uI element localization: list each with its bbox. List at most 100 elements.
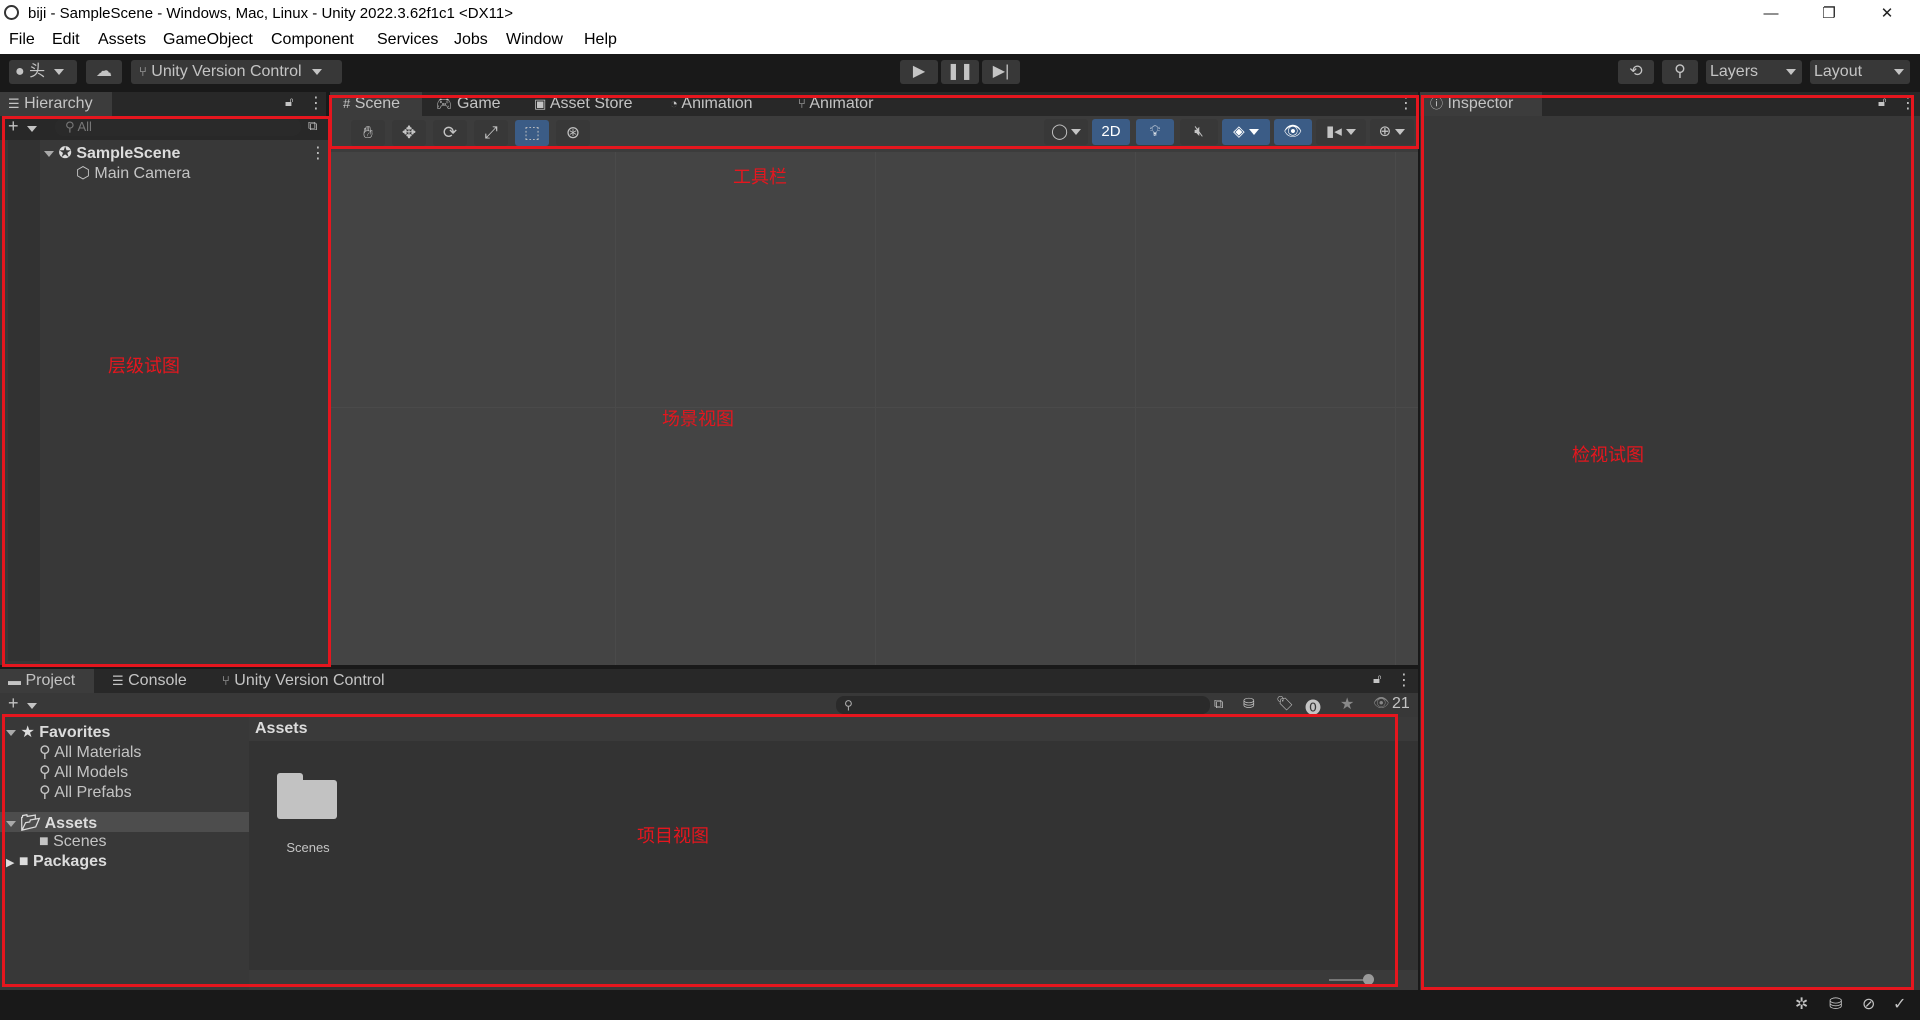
account-icon: ● (15, 63, 25, 80)
kebab-menu-icon[interactable]: ⋮ (308, 93, 324, 113)
history-button[interactable]: ⟲ (1618, 60, 1654, 84)
pause-button[interactable]: ❚❚ (941, 60, 979, 84)
filter-icon[interactable]: ⧉ (308, 118, 317, 134)
search-icon: ⚲ (39, 764, 51, 781)
tab-project[interactable]: ▬ Project (0, 669, 94, 693)
lighting-toggle-icon[interactable]: 💡︎ (1136, 119, 1174, 145)
hidden-objects-icon[interactable]: 👁︎ (1274, 119, 1312, 145)
shading-mode-dropdown[interactable]: ◯ (1044, 119, 1088, 145)
favorites-row[interactable]: ★ Favorites (6, 722, 110, 742)
asset-label[interactable]: Scenes (275, 840, 341, 855)
search-button[interactable]: ⚲ (1662, 60, 1698, 84)
grid-line (1395, 152, 1396, 665)
scene-viewport[interactable] (330, 152, 1418, 665)
kebab-menu-icon[interactable]: ⋮ (1900, 93, 1916, 113)
status-bar: ✲ ⛁ ⊘ ✓ (0, 990, 1920, 1020)
cache-server-icon[interactable]: ⛁ (1829, 994, 1842, 1014)
menu-component[interactable]: Component (271, 31, 354, 49)
cloud-button[interactable]: ☁ (86, 60, 122, 84)
search-scope-icon[interactable]: ⧉ (1214, 696, 1223, 712)
tab-hierarchy[interactable]: ☰ Hierarchy (0, 92, 112, 116)
tab-unity-version-control[interactable]: ⑂ Unity Version Control (222, 669, 385, 693)
menu-window[interactable]: Window (506, 31, 563, 49)
tab-inspector[interactable]: ⓘ Inspector (1420, 92, 1542, 116)
project-search-input[interactable]: ⚲ (836, 696, 1210, 714)
move-tool-icon[interactable]: ✥ (392, 120, 426, 146)
packages-row[interactable]: ▶ ■ Packages (6, 853, 107, 871)
inspector-annotation-label: 检视试图 (1572, 445, 1644, 465)
menu-help[interactable]: Help (584, 31, 617, 49)
scale-tool-icon[interactable]: ⤢ (474, 120, 508, 146)
lock-icon[interactable]: 🔓︎ (285, 94, 293, 110)
list-item[interactable]: ⬡ Main Camera (76, 163, 190, 183)
rect-tool-icon[interactable]: ⬚ (515, 120, 549, 146)
gizmos-dropdown-icon[interactable]: ⊕ (1370, 119, 1414, 145)
auto-generate-lighting-icon[interactable]: ⊘ (1862, 994, 1875, 1014)
account-dropdown[interactable]: ● 头 (9, 60, 77, 84)
warning-filter-icon[interactable]: ⓿ (1305, 694, 1321, 718)
debug-icon[interactable]: ✲ (1795, 994, 1808, 1014)
star-icon[interactable]: ★ (1340, 694, 1354, 714)
lock-icon[interactable]: 🔓︎ (1878, 94, 1886, 110)
add-icon[interactable]: + (8, 116, 19, 137)
lock-icon[interactable]: 🔓︎ (1373, 671, 1381, 687)
filter-by-label-icon[interactable]: 🏷︎ (1276, 695, 1294, 712)
add-icon[interactable]: + (8, 693, 19, 714)
step-button[interactable]: ▶| (982, 60, 1020, 84)
kebab-menu-icon[interactable]: ⋮ (1398, 93, 1414, 113)
hierarchy-panel: + ⚲ All ⧉ ✪ SampleScene ⋮ ⬡ Main Camera (0, 116, 330, 665)
folder-icon[interactable] (277, 773, 337, 819)
tab-animation[interactable]: ◔ Animation (670, 92, 753, 116)
chevron-down-icon (53, 68, 64, 75)
effects-dropdown-icon[interactable]: ◈ (1222, 119, 1270, 145)
grid-line (1135, 152, 1136, 665)
minimize-button[interactable]: — (1748, 0, 1794, 27)
filter-by-type-icon[interactable]: ⛁ (1243, 695, 1255, 712)
menu-edit[interactable]: Edit (52, 31, 80, 49)
branch-icon: ⑂ (222, 673, 230, 688)
tab-animator[interactable]: ⑂ Animator (798, 92, 873, 116)
clock-icon: ◔ (670, 96, 678, 111)
zoom-slider-handle[interactable] (1363, 974, 1374, 985)
transform-tool-icon[interactable]: ⊛ (556, 120, 590, 146)
list-item[interactable]: ⚲ All Prefabs (39, 782, 132, 802)
version-control-dropdown[interactable]: ⑂ Unity Version Control (131, 60, 342, 84)
restore-button[interactable]: ❐ (1806, 0, 1852, 27)
rotate-tool-icon[interactable]: ⟳ (433, 120, 467, 146)
scene-row[interactable]: ✪ SampleScene (44, 143, 180, 163)
menu-services[interactable]: Services (377, 31, 438, 49)
check-circle-icon[interactable]: ✓ (1893, 994, 1906, 1014)
list-item[interactable]: ⚲ All Materials (39, 742, 141, 762)
kebab-menu-icon[interactable]: ⋮ (310, 143, 326, 163)
list-item[interactable]: ⚲ All Models (39, 762, 128, 782)
kebab-menu-icon[interactable]: ⋮ (1396, 670, 1412, 690)
search-icon: ⚲ (39, 744, 51, 761)
layout-dropdown[interactable]: Layout (1810, 60, 1910, 84)
search-icon: ⚲ (844, 698, 853, 712)
tab-console[interactable]: ☰ Console (112, 669, 187, 693)
menu-assets[interactable]: Assets (98, 31, 146, 49)
menu-jobs[interactable]: Jobs (454, 31, 488, 49)
assets-row[interactable]: 📂︎ Assets (6, 813, 97, 833)
layers-dropdown[interactable]: Layers (1706, 60, 1802, 84)
list-item[interactable]: ■ Scenes (39, 833, 107, 851)
camera-dropdown-icon[interactable]: ▮◂ (1316, 119, 1366, 145)
close-button[interactable]: ✕ (1864, 0, 1910, 27)
tab-asset-store[interactable]: ▣ Asset Store (534, 92, 633, 116)
menu-gameobject[interactable]: GameObject (163, 31, 253, 49)
hand-tool-icon[interactable]: ✋︎ (351, 120, 385, 146)
hidden-packages-icon[interactable]: 👁︎ (1373, 695, 1390, 711)
audio-mute-icon[interactable]: 🔇︎ (1180, 119, 1218, 145)
menu-file[interactable]: File (9, 31, 35, 49)
grid-line (615, 152, 616, 665)
2d-mode-toggle[interactable]: 2D (1092, 119, 1130, 145)
breadcrumb[interactable]: Assets (249, 717, 1418, 741)
tab-game[interactable]: 🎮︎ Game (436, 92, 501, 116)
play-button[interactable]: ▶ (900, 60, 938, 84)
grid-icon: # (343, 96, 351, 111)
hierarchy-search-input[interactable]: ⚲ All (55, 118, 301, 136)
folder-icon: ■ (39, 833, 49, 850)
search-icon: ⚲ (65, 119, 75, 134)
tab-scene[interactable]: # Scene (330, 92, 422, 116)
chevron-down-icon (312, 68, 323, 75)
